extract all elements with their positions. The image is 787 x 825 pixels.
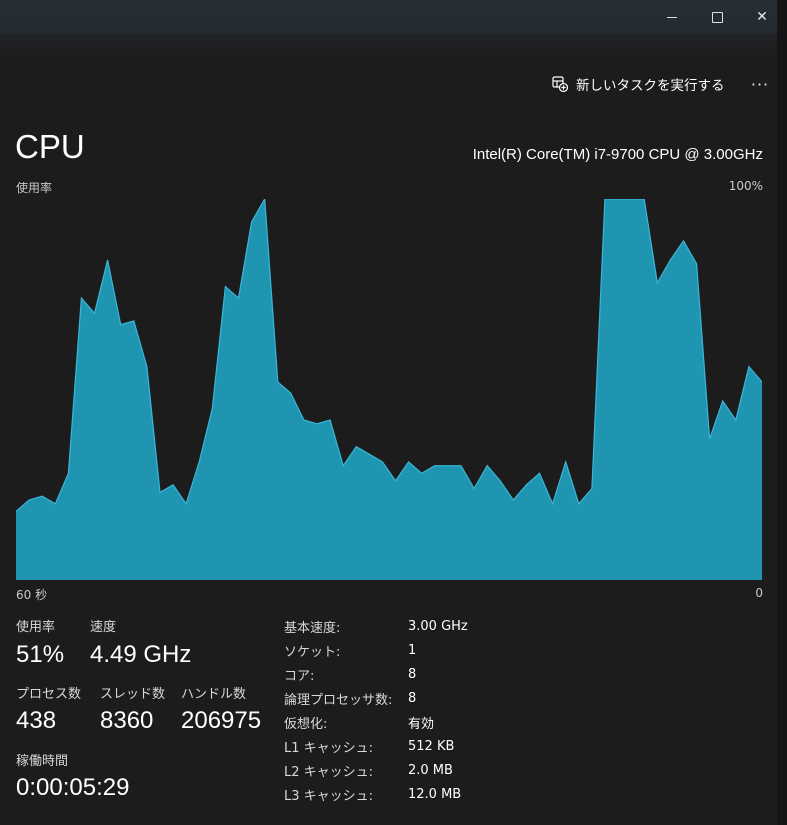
threads-label: スレッド数 [100,687,166,702]
spec-row: ソケット: 1 [284,638,468,662]
run-new-task-label: 新しいタスクを実行する [576,78,725,94]
spec-value: 512 KB [408,738,455,754]
spec-key: コア: [284,668,315,684]
close-button[interactable]: ✕ [742,4,782,30]
spec-key: 基本速度: [284,620,341,636]
spec-value: 1 [408,642,417,658]
spec-key: ソケット: [284,644,341,660]
spec-value: 12.0 MB [408,786,462,802]
more-icon: ··· [750,74,770,94]
spec-row: L2 キャッシュ: 2.0 MB [284,758,468,782]
speed-value: 4.49 GHz [90,641,192,668]
close-icon: ✕ [756,9,768,25]
spec-value: 有効 [408,716,435,732]
page-title: CPU [15,128,85,165]
uptime-value: 0:00:05:29 [16,774,130,801]
spec-value: 3.00 GHz [408,618,468,634]
speed-label: 速度 [90,620,117,635]
handles-label: ハンドル数 [181,687,247,702]
spec-row: 基本速度: 3.00 GHz [284,614,468,638]
spec-row: コア: 8 [284,662,468,686]
cpu-usage-graph [16,199,762,580]
run-new-task-button[interactable]: 新しいタスクを実行する [552,72,725,96]
spec-row: L1 キャッシュ: 512 KB [284,734,468,758]
cpu-usage-svg [16,199,762,580]
spec-key: L3 キャッシュ: [284,788,374,804]
maximize-button[interactable] [697,4,737,30]
threads-value: 8360 [100,707,154,734]
graph-x-right-label: 0 [755,586,763,600]
graph-x-left-label: 60 秒 [16,588,48,602]
uptime-label: 稼働時間 [16,754,69,769]
processes-value: 438 [16,707,57,734]
spec-row: L3 キャッシュ: 12.0 MB [284,782,468,806]
graph-y-label: 使用率 [16,181,53,195]
new-task-icon [552,76,569,93]
spec-key: L1 キャッシュ: [284,740,374,756]
usage-value: 51% [16,641,65,668]
spec-key: 論理プロセッサ数: [284,692,393,708]
more-options-button[interactable]: ··· [748,72,772,96]
spec-value: 8 [408,690,417,706]
minimize-button[interactable] [652,4,692,30]
window-edge [777,0,787,825]
cpu-spec-table: 基本速度: 3.00 GHz ソケット: 1 コア: 8 論理プロセッサ数: 8 仮想化… [284,614,468,806]
spec-key: L2 キャッシュ: [284,764,374,780]
graph-y-max-label: 100% [728,179,763,193]
spec-value: 8 [408,666,417,682]
maximize-icon [711,11,723,23]
cpu-model-name: Intel(R) Core(TM) i7-9700 CPU @ 3.00GHz [472,146,763,163]
handles-value: 206975 [181,707,262,734]
spec-row: 仮想化: 有効 [284,710,468,734]
usage-label: 使用率 [16,620,56,635]
spec-row: 論理プロセッサ数: 8 [284,686,468,710]
processes-label: プロセス数 [16,687,82,702]
spec-value: 2.0 MB [408,762,453,778]
spec-key: 仮想化: [284,716,328,732]
minimize-icon [667,16,677,18]
